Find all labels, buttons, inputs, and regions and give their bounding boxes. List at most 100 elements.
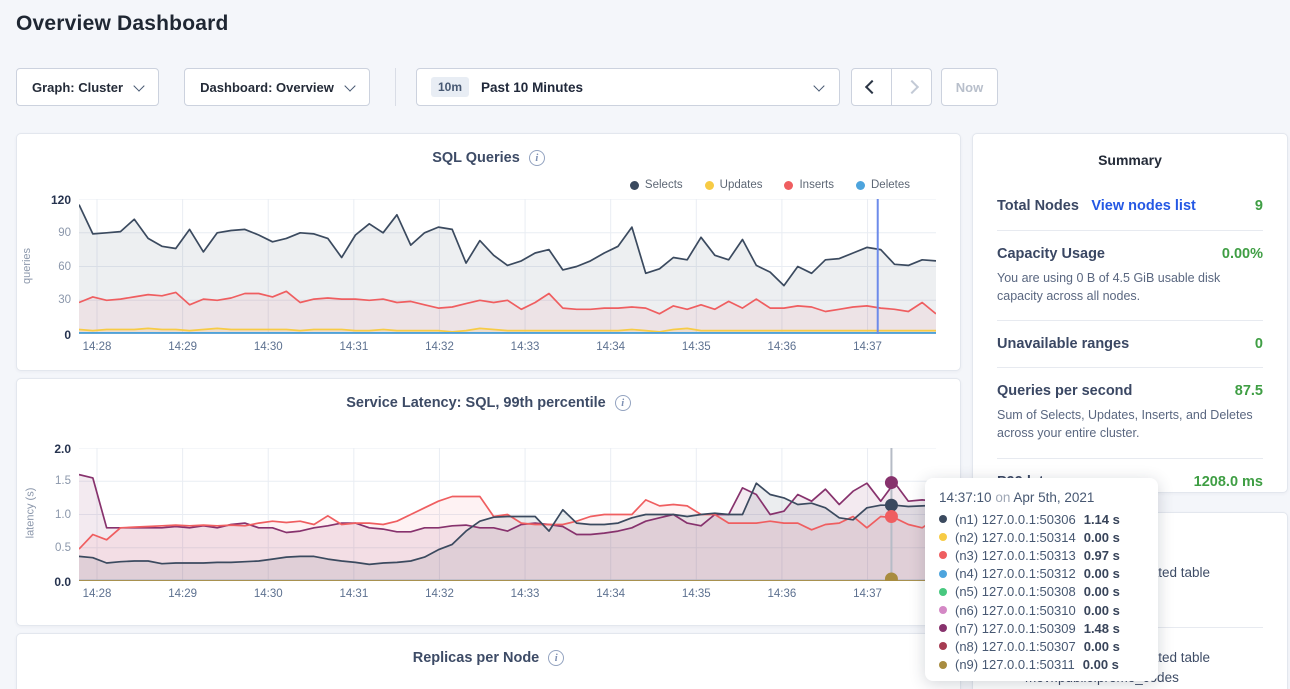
qps-label: Queries per second [997,383,1132,399]
legend-item-selects[interactable]: Selects [630,179,683,191]
chevron-down-icon [813,80,824,91]
y-axis-tick: 0.0 [27,575,71,589]
page-title: Overview Dashboard [16,12,229,36]
qps-desc: Sum of Selects, Updates, Inserts, and De… [997,406,1263,442]
controls-divider [395,68,396,106]
unavailable-row: Unavailable ranges 0 [997,336,1263,352]
legend-dot [856,181,865,190]
chevron-left-icon [864,80,878,94]
x-axis-tick: 14:37 [846,588,890,600]
tooltip-node-row: (n7) 127.0.0.1:503091.48 s [939,619,1144,637]
x-axis-tick: 14:30 [246,341,290,353]
chevron-right-icon [904,80,918,94]
sql-queries-card: SQL Queries i Selects Updates Inserts Delet… [16,133,961,371]
sql-queries-legend: Selects Updates Inserts Deletes [630,179,910,191]
x-axis-tick: 14:35 [674,341,718,353]
replicas-card: Replicas per Node i [16,633,961,689]
dashboard-dropdown[interactable]: Dashboard: Overview [184,68,370,106]
y-axis-tick: 1.0 [27,509,71,521]
time-nav-group [851,68,932,106]
y-axis-tick: 0 [27,328,71,342]
time-prev-button[interactable] [852,69,891,105]
tooltip-node-row: (n5) 127.0.0.1:503080.00 s [939,583,1144,601]
tooltip-node-row: (n3) 127.0.0.1:503130.97 s [939,546,1144,564]
time-range-selector[interactable]: 10m Past 10 Minutes [416,68,840,106]
x-axis-tick: 14:33 [503,588,547,600]
node-color-dot [939,515,947,523]
x-axis-tick: 14:31 [332,341,376,353]
total-nodes-row: Total Nodes View nodes list 9 [997,197,1263,215]
total-nodes-label: Total Nodes [997,198,1079,214]
info-icon[interactable]: i [548,650,564,666]
capacity-label: Capacity Usage [997,246,1105,262]
node-color-dot [939,588,947,596]
service-latency-title: Service Latency: SQL, 99th percentile [346,395,606,411]
x-axis-tick: 14:37 [846,341,890,353]
sql-queries-title-row: SQL Queries i [17,150,960,166]
graph-dropdown[interactable]: Graph: Cluster [16,68,159,106]
y-axis-tick: 0.5 [27,542,71,554]
legend-item-inserts[interactable]: Inserts [784,179,834,191]
sql-queries-chart[interactable] [79,199,936,334]
x-axis-tick: 14:29 [161,341,205,353]
unavailable-label: Unavailable ranges [997,336,1129,352]
node-color-dot [939,551,947,559]
y-axis-tick: 120 [27,193,71,207]
replicas-title: Replicas per Node [413,650,540,666]
view-nodes-list-link[interactable]: View nodes list [1091,198,1196,214]
service-latency-card: Service Latency: SQL, 99th percentile i … [16,378,961,626]
now-button[interactable]: Now [941,68,998,106]
time-next-button[interactable] [891,69,931,105]
x-axis-tick: 14:28 [75,588,119,600]
capacity-value: 0.00% [1222,246,1263,262]
replicas-title-row: Replicas per Node i [17,650,960,666]
node-color-dot [939,624,947,632]
y-axis-tick: 1.5 [27,475,71,487]
x-axis-tick: 14:36 [760,588,804,600]
dashboard-dropdown-label: Dashboard: Overview [200,80,334,95]
tooltip-node-row: (n6) 127.0.0.1:503100.00 s [939,601,1144,619]
p99-value: 1208.0 ms [1194,474,1263,490]
qps-value: 87.5 [1235,383,1263,399]
tooltip-node-row: (n2) 127.0.0.1:503140.00 s [939,528,1144,546]
node-color-dot [939,642,947,650]
time-range-badge: 10m [431,77,469,97]
unavailable-value: 0 [1255,336,1263,352]
summary-divider [997,458,1263,459]
x-axis-tick: 14:28 [75,341,119,353]
legend-item-deletes[interactable]: Deletes [856,179,910,191]
overview-dashboard-page: Overview Dashboard Graph: Cluster Dashbo… [0,0,1290,689]
node-color-dot [939,533,947,541]
chevron-down-icon [344,80,355,91]
x-axis-tick: 14:33 [503,341,547,353]
summary-divider [997,230,1263,231]
qps-row: Queries per second 87.5 [997,383,1263,399]
x-axis-tick: 14:34 [589,341,633,353]
tooltip-node-row: (n9) 127.0.0.1:503110.00 s [939,656,1144,674]
legend-dot [784,181,793,190]
x-axis-tick: 14:35 [674,588,718,600]
x-axis-tick: 14:36 [760,341,804,353]
legend-item-updates[interactable]: Updates [705,179,763,191]
legend-dot [705,181,714,190]
service-latency-title-row: Service Latency: SQL, 99th percentile i [17,395,960,411]
service-latency-chart[interactable] [79,448,936,581]
chevron-down-icon [133,80,144,91]
tooltip-node-row: (n1) 127.0.0.1:503061.14 s [939,510,1144,528]
x-axis-tick: 14:31 [332,588,376,600]
legend-dot [630,181,639,190]
summary-panel: Summary Total Nodes View nodes list 9 Ca… [972,133,1288,493]
tooltip-node-row: (n4) 127.0.0.1:503120.00 s [939,565,1144,583]
time-range-label: Past 10 Minutes [481,80,583,95]
chart-hover-tooltip: 14:37:10 on Apr 5th, 2021 (n1) 127.0.0.1… [925,478,1158,681]
capacity-desc: You are using 0 B of 4.5 GiB usable disk… [997,269,1263,305]
node-color-dot [939,661,947,669]
capacity-row: Capacity Usage 0.00% [997,246,1263,262]
graph-dropdown-label: Graph: Cluster [32,80,123,95]
summary-divider [997,367,1263,368]
y-axis-tick: 90 [27,227,71,239]
total-nodes-value: 9 [1255,198,1263,214]
info-icon[interactable]: i [529,150,545,166]
summary-divider [997,320,1263,321]
info-icon[interactable]: i [615,395,631,411]
